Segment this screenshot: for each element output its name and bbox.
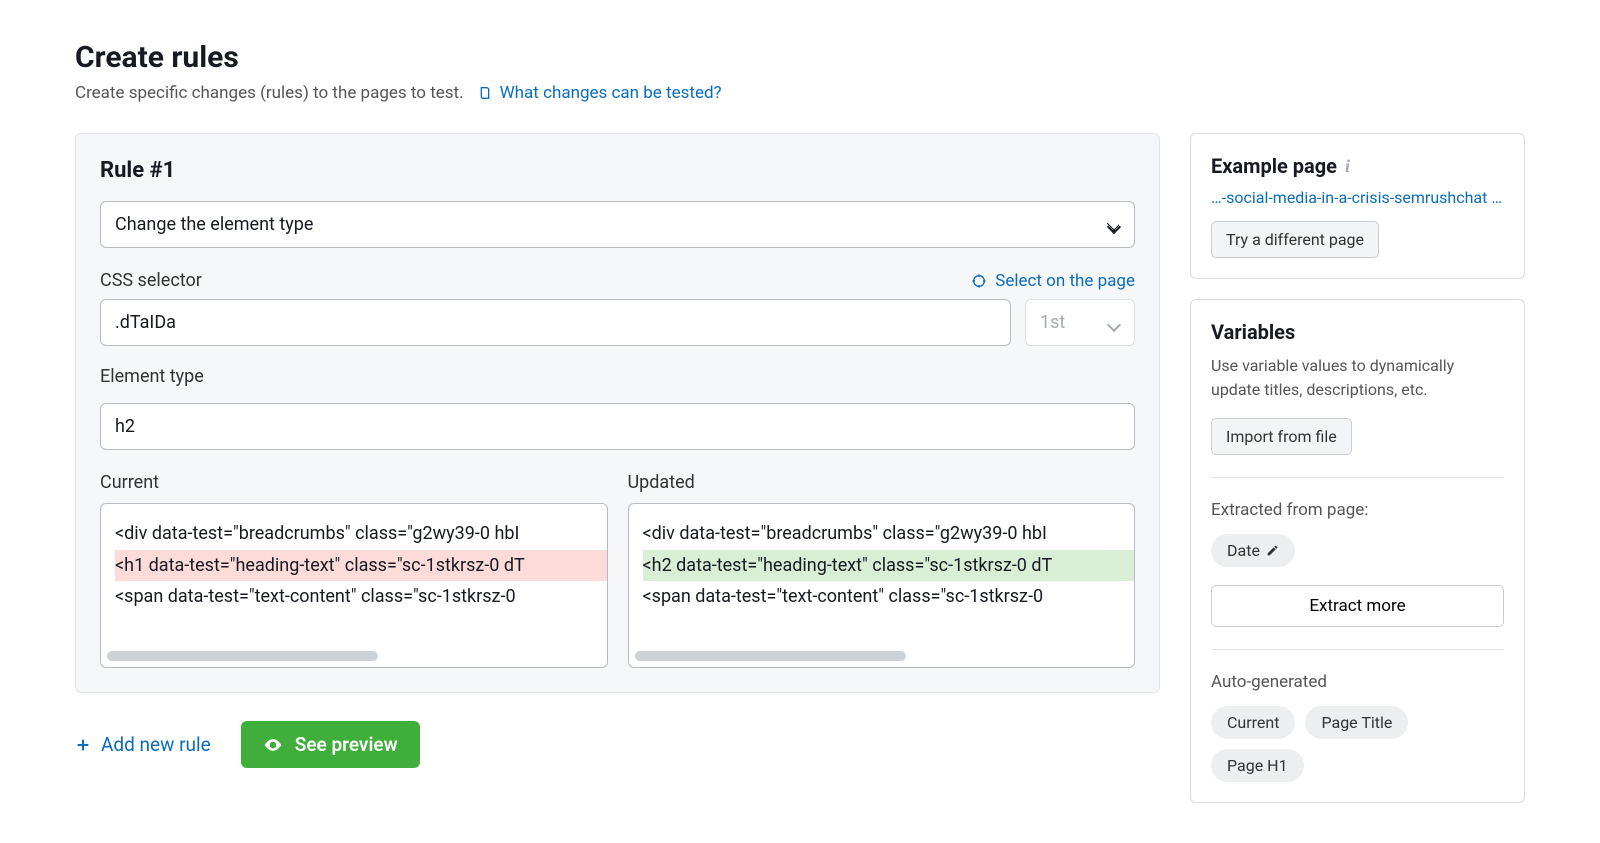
element-type-input[interactable]: [100, 403, 1135, 450]
book-icon: [478, 85, 494, 101]
example-url-link[interactable]: …-social-media-in-a-crisis-semrushchat: [1211, 188, 1504, 207]
scrollbar-track: [635, 651, 1129, 661]
try-different-page-button[interactable]: Try a different page: [1211, 221, 1379, 258]
updated-diff-box: <div data-test="breadcrumbs" class="g2wy…: [628, 503, 1136, 668]
extracted-label: Extracted from page:: [1211, 500, 1504, 520]
ordinal-select-wrap: 1st: [1025, 299, 1135, 346]
css-selector-label: CSS selector: [100, 270, 202, 291]
ordinal-select[interactable]: 1st: [1025, 299, 1135, 346]
variable-chip-date[interactable]: Date: [1211, 534, 1295, 567]
rule-action-select[interactable]: Change the element type: [100, 201, 1135, 248]
see-preview-button[interactable]: See preview: [241, 721, 420, 768]
auto-generated-label: Auto-generated: [1211, 672, 1504, 692]
example-page-heading: Example page i: [1211, 154, 1350, 178]
select-on-page-link[interactable]: Select on the page: [971, 271, 1135, 291]
scrollbar-track: [107, 651, 601, 661]
rule-action-select-wrap: Change the element type: [100, 201, 1135, 248]
help-link-text: What changes can be tested?: [500, 83, 722, 103]
scrollbar-thumb[interactable]: [107, 651, 378, 661]
variable-chip-page-h1[interactable]: Page H1: [1211, 749, 1304, 782]
divider: [1211, 477, 1504, 478]
diff-line: <div data-test="breadcrumbs" class="g2wy…: [643, 518, 1135, 550]
scrollbar-thumb[interactable]: [635, 651, 906, 661]
css-selector-label-row: CSS selector Select on the page: [100, 270, 1135, 291]
variable-chip-current[interactable]: Current: [1211, 706, 1295, 739]
add-rule-button[interactable]: Add new rule: [75, 733, 211, 756]
diff-line: <span data-test="text-content" class="sc…: [643, 581, 1135, 613]
extract-more-button[interactable]: Extract more: [1211, 585, 1504, 627]
variables-heading: Variables: [1211, 320, 1295, 344]
select-on-page-text: Select on the page: [995, 271, 1135, 291]
rule-heading: Rule #1: [100, 158, 1135, 183]
updated-label: Updated: [628, 472, 1136, 493]
element-type-label: Element type: [100, 366, 204, 387]
diff-line-changed: <h2 data-test="heading-text" class="sc-1…: [643, 550, 1135, 582]
current-label: Current: [100, 472, 608, 493]
page-title: Create rules: [75, 40, 1525, 75]
diff-line: <span data-test="text-content" class="sc…: [115, 581, 607, 613]
current-diff-box: <div data-test="breadcrumbs" class="g2wy…: [100, 503, 608, 668]
plus-icon: [75, 737, 91, 753]
example-page-card: Example page i …-social-media-in-a-crisi…: [1190, 133, 1525, 279]
rule-card: Rule #1 Change the element type CSS sele…: [75, 133, 1160, 693]
add-rule-label: Add new rule: [101, 733, 211, 756]
import-from-file-button[interactable]: Import from file: [1211, 418, 1352, 455]
info-icon[interactable]: i: [1345, 156, 1350, 177]
crosshair-icon: [971, 273, 987, 289]
element-type-label-row: Element type: [100, 366, 1135, 387]
eye-icon: [263, 735, 283, 755]
variables-card: Variables Use variable values to dynamic…: [1190, 299, 1525, 803]
pencil-icon: [1266, 544, 1279, 557]
diff-line-changed: <h1 data-test="heading-text" class="sc-1…: [115, 550, 607, 582]
variable-chip-page-title[interactable]: Page Title: [1305, 706, 1408, 739]
external-link-icon: [1495, 191, 1504, 205]
diff-line: <div data-test="breadcrumbs" class="g2wy…: [115, 518, 607, 550]
divider: [1211, 649, 1504, 650]
css-selector-input[interactable]: [100, 299, 1011, 346]
page-subtitle: Create specific changes (rules) to the p…: [75, 83, 464, 103]
help-link[interactable]: What changes can be tested?: [478, 83, 722, 103]
page-subtitle-row: Create specific changes (rules) to the p…: [75, 83, 1525, 103]
variables-description: Use variable values to dynamically updat…: [1211, 354, 1504, 402]
see-preview-label: See preview: [295, 733, 398, 756]
